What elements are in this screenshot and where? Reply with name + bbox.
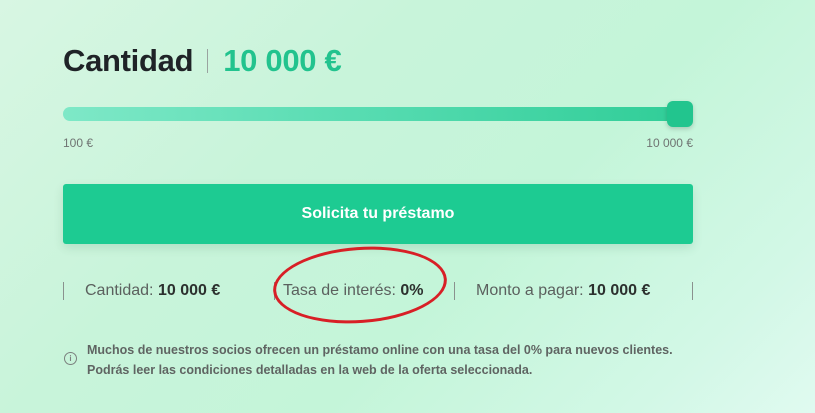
info-icon: i <box>64 352 77 365</box>
red-circle-annotation <box>270 241 450 329</box>
summary-divider <box>454 282 455 300</box>
summary-amount-label: Cantidad: <box>85 282 154 299</box>
slider-min-label: 100 € <box>63 136 94 150</box>
summary-total-value: 10 000 € <box>588 282 651 299</box>
heading-divider <box>207 49 209 73</box>
amount-slider[interactable] <box>63 101 693 127</box>
summary-amount-value: 10 000 € <box>157 282 221 299</box>
amount-heading-label: Cantidad <box>63 43 194 78</box>
slider-track[interactable] <box>63 107 693 121</box>
slider-handle[interactable] <box>667 101 693 127</box>
summary-divider <box>692 282 693 300</box>
summary-total-label: Monto a pagar: <box>476 282 584 299</box>
info-note: Muchos de nuestros socios ofrecen un pré… <box>87 343 673 377</box>
request-loan-button[interactable]: Solicita tu préstamo <box>63 184 693 244</box>
summary-divider <box>63 282 64 300</box>
summary-amount: Cantidad: 10 000 € <box>85 282 220 300</box>
amount-heading: Cantidad 10 000 € <box>63 40 342 82</box>
amount-heading-value: 10 000 € <box>223 43 342 78</box>
slider-max-label: 10 000 € <box>646 136 693 150</box>
summary-total: Monto a pagar: 10 000 € <box>476 282 650 300</box>
